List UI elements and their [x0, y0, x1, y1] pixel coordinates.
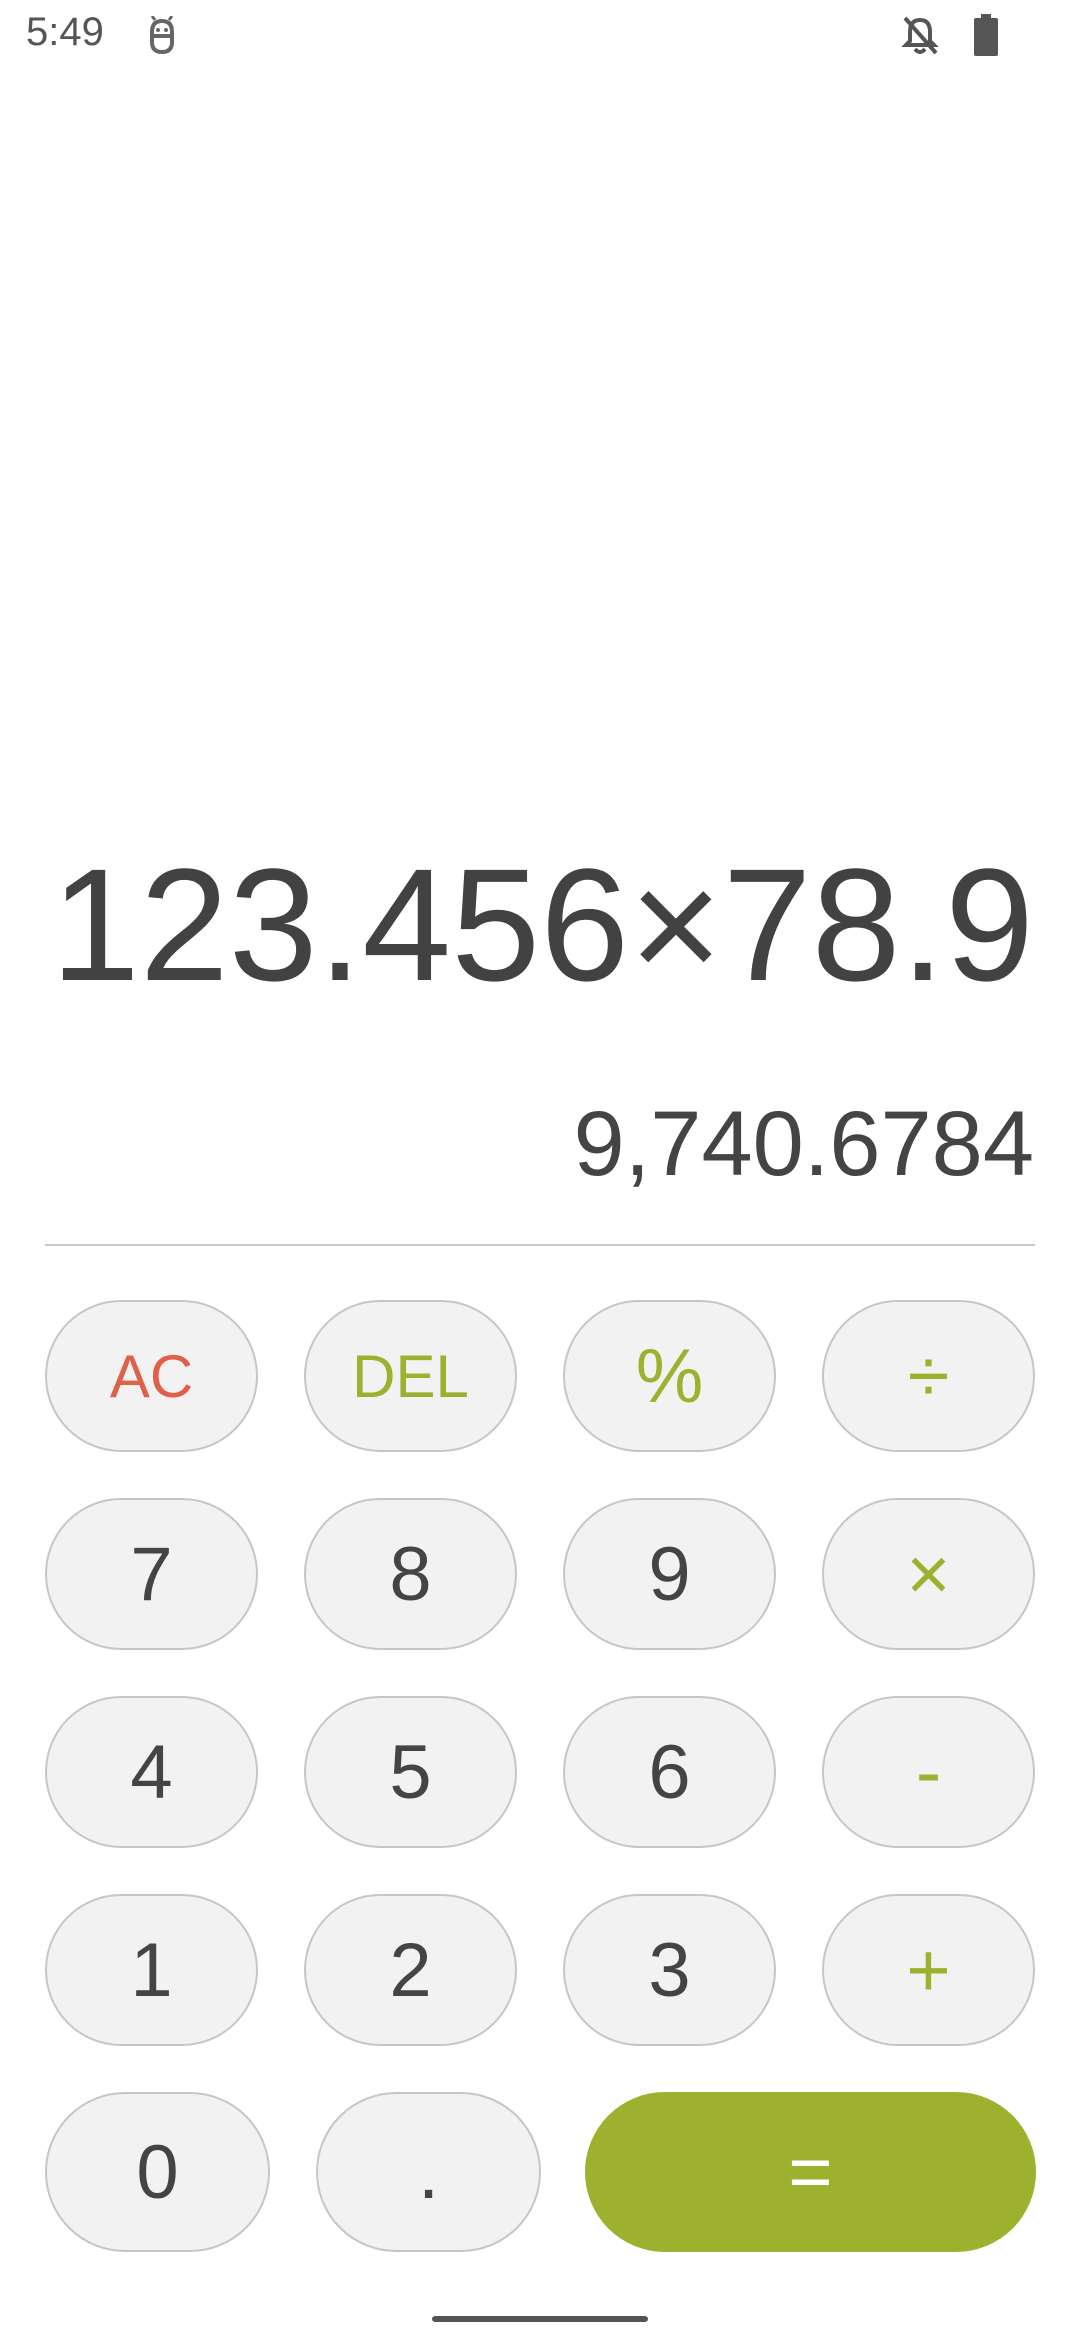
digit-2-button[interactable]: 2: [304, 1894, 517, 2046]
subtract-button[interactable]: -: [822, 1696, 1035, 1848]
expression-display: 123.456×78.9: [50, 835, 1034, 1014]
divide-button[interactable]: ÷: [822, 1300, 1035, 1452]
divider: [45, 1244, 1035, 1246]
status-time: 5:49: [26, 10, 104, 54]
decimal-point-button[interactable]: .: [316, 2092, 541, 2252]
clear-button[interactable]: AC: [45, 1300, 258, 1452]
digit-4-button[interactable]: 4: [45, 1696, 258, 1848]
digit-6-button[interactable]: 6: [563, 1696, 776, 1848]
equals-button[interactable]: =: [585, 2092, 1036, 2252]
digit-0-button[interactable]: 0: [45, 2092, 270, 2252]
digit-9-button[interactable]: 9: [563, 1498, 776, 1650]
battery-full-icon: [974, 14, 998, 56]
digit-1-button[interactable]: 1: [45, 1894, 258, 2046]
notifications-off-icon: [901, 16, 939, 55]
multiply-button[interactable]: ×: [822, 1498, 1035, 1650]
android-debug-icon: [150, 16, 174, 55]
digit-5-button[interactable]: 5: [304, 1696, 517, 1848]
digit-3-button[interactable]: 3: [563, 1894, 776, 2046]
digit-7-button[interactable]: 7: [45, 1498, 258, 1650]
status-bar: 5:49: [0, 0, 1080, 72]
result-display: 9,740.6784: [573, 1093, 1034, 1195]
delete-button[interactable]: DEL: [304, 1300, 517, 1452]
digit-8-button[interactable]: 8: [304, 1498, 517, 1650]
add-button[interactable]: +: [822, 1894, 1035, 2046]
gesture-navigation-handle[interactable]: [432, 2316, 648, 2322]
percent-button[interactable]: %: [563, 1300, 776, 1452]
